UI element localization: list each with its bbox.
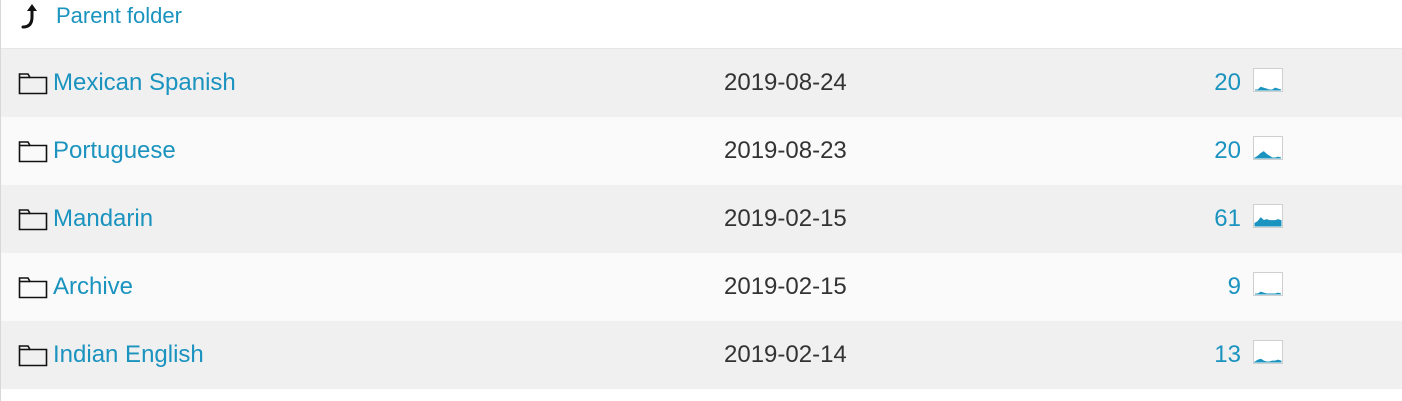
folder-name-link[interactable]: Indian English xyxy=(53,341,204,369)
folder-name-link[interactable]: Archive xyxy=(53,273,133,301)
folder-row[interactable]: Mandarin 2019-02-15 61 xyxy=(1,185,1402,253)
folder-date: 2019-02-15 xyxy=(724,205,847,232)
activity-sparkline[interactable] xyxy=(1253,340,1283,364)
folder-date: 2019-02-14 xyxy=(724,341,847,368)
folder-name-link[interactable]: Mandarin xyxy=(53,205,153,233)
folder-icon[interactable] xyxy=(18,139,48,163)
folder-row[interactable]: Mexican Spanish 2019-08-24 20 xyxy=(1,49,1402,117)
folder-date: 2019-02-15 xyxy=(724,273,847,300)
folder-row[interactable]: Indian English 2019-02-14 13 xyxy=(1,321,1402,389)
folder-icon[interactable] xyxy=(18,343,48,367)
arrow-up-icon[interactable] xyxy=(21,1,43,31)
folder-listing: Parent folder Mexican Spanish 2019-08-24 2… xyxy=(0,0,1402,401)
parent-folder-row[interactable]: Parent folder xyxy=(1,0,1402,49)
parent-folder-link[interactable]: Parent folder xyxy=(56,3,182,29)
folder-name-link[interactable]: Mexican Spanish xyxy=(53,69,236,97)
folder-name-link[interactable]: Portuguese xyxy=(53,137,176,165)
folder-row[interactable]: Portuguese 2019-08-23 20 xyxy=(1,117,1402,185)
folder-icon[interactable] xyxy=(18,207,48,231)
folder-icon[interactable] xyxy=(18,275,48,299)
folder-icon[interactable] xyxy=(18,71,48,95)
item-count[interactable]: 9 xyxy=(1228,273,1241,301)
item-count[interactable]: 20 xyxy=(1214,137,1241,165)
folder-date: 2019-08-23 xyxy=(724,137,847,164)
activity-sparkline[interactable] xyxy=(1253,272,1283,296)
activity-sparkline[interactable] xyxy=(1253,68,1283,92)
folder-row[interactable]: Archive 2019-02-15 9 xyxy=(1,253,1402,321)
item-count[interactable]: 13 xyxy=(1214,341,1241,369)
item-count[interactable]: 61 xyxy=(1214,205,1241,233)
activity-sparkline[interactable] xyxy=(1253,136,1283,160)
item-count[interactable]: 20 xyxy=(1214,69,1241,97)
folder-date: 2019-08-24 xyxy=(724,69,847,96)
activity-sparkline[interactable] xyxy=(1253,204,1283,228)
